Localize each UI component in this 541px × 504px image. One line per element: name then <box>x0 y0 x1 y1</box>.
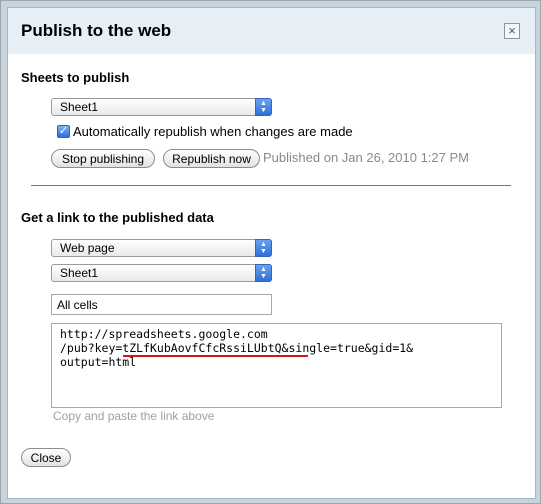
link-sheet-select[interactable]: Sheet1 ▲ ▼ <box>51 264 272 282</box>
publish-sheet-select-value: Sheet1 <box>60 100 99 114</box>
publish-sheet-select[interactable]: Sheet1 ▲ ▼ <box>51 98 272 116</box>
stop-publishing-button[interactable]: Stop publishing <box>51 149 155 168</box>
select-arrows-icon: ▲ ▼ <box>255 264 272 282</box>
get-link-heading: Get a link to the published data <box>21 210 214 225</box>
key-underline-annotation <box>123 355 308 357</box>
dialog-titlebar: Publish to the web × <box>8 8 535 54</box>
select-arrows-icon: ▲ ▼ <box>255 239 272 257</box>
close-button[interactable]: Close <box>21 448 71 467</box>
dialog-title: Publish to the web <box>21 21 172 40</box>
auto-republish-label: Automatically republish when changes are… <box>73 124 353 139</box>
section-divider <box>31 185 511 186</box>
format-select[interactable]: Web page ▲ ▼ <box>51 239 272 257</box>
close-icon[interactable]: × <box>504 23 520 39</box>
sheets-to-publish-heading: Sheets to publish <box>21 70 130 85</box>
window-frame: Publish to the web × Sheets to publish S… <box>0 0 541 504</box>
format-select-value: Web page <box>60 241 115 255</box>
publish-status-text: Published on Jan 26, 2010 1:27 PM <box>263 150 469 165</box>
link-sheet-select-value: Sheet1 <box>60 266 99 280</box>
republish-now-button[interactable]: Republish now <box>163 149 260 168</box>
range-input-value: All cells <box>57 298 98 312</box>
auto-republish-checkbox[interactable]: ✓ <box>57 125 70 138</box>
copy-link-hint: Copy and paste the link above <box>53 409 215 423</box>
published-link-textarea[interactable]: http://spreadsheets.google.com /pub?key=… <box>51 323 502 408</box>
range-input[interactable]: All cells <box>51 294 272 315</box>
publish-dialog: Publish to the web × Sheets to publish S… <box>7 7 536 499</box>
select-arrows-icon: ▲ ▼ <box>255 98 272 116</box>
